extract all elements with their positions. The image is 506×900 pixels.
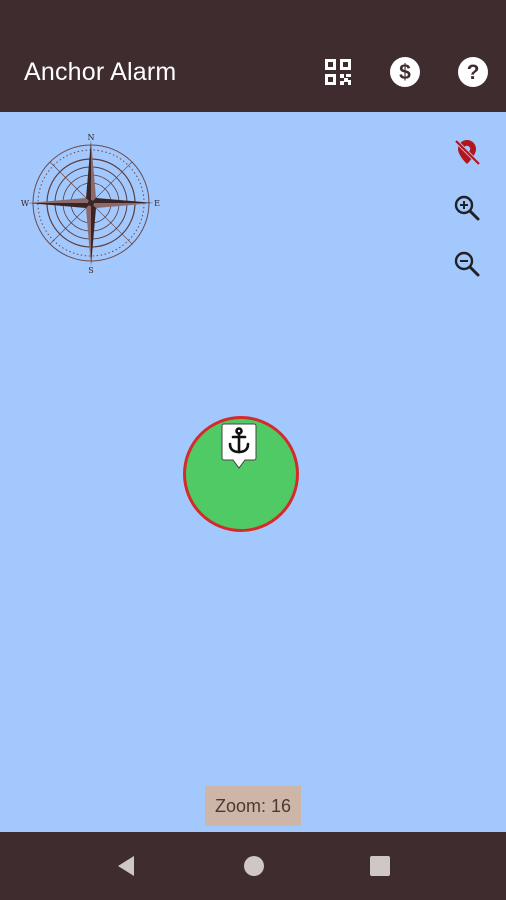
system-nav-bar [0,832,506,900]
zoom-in-button[interactable] [449,190,485,226]
svg-text:?: ? [467,61,480,84]
back-icon [118,856,134,876]
compass-e-label: E [154,199,160,208]
compass-rose: N S E W [21,133,160,274]
help-icon: ? [458,57,488,87]
recents-icon [370,856,390,876]
map-view[interactable]: N S E W Zoom: 16 [0,112,506,832]
location-toggle-button[interactable] [449,134,485,170]
location-off-icon [454,139,481,166]
svg-text:$: $ [399,61,411,84]
compass-n-label: N [88,133,95,142]
zoom-out-button[interactable] [449,246,485,282]
compass-w-label: W [21,199,30,208]
dollar-icon: $ [390,57,420,87]
qr-code-button[interactable] [320,54,356,90]
compass-s-label: S [88,266,93,274]
help-button[interactable]: ? [455,54,491,90]
nav-home-button[interactable] [240,852,268,880]
status-bar [0,0,506,30]
nav-recents-button[interactable] [366,852,394,880]
zoom-level-label: Zoom: 16 [205,786,301,826]
app-title: Anchor Alarm [24,58,177,86]
zoom-out-icon [454,251,480,277]
app-bar: Anchor Alarm $ ? [0,30,506,112]
donate-button[interactable]: $ [387,54,423,90]
nav-back-button[interactable] [112,852,140,880]
anchor-marker[interactable] [220,420,258,470]
home-icon [244,856,264,876]
qr-code-icon [325,59,351,85]
zoom-in-icon [454,195,480,221]
